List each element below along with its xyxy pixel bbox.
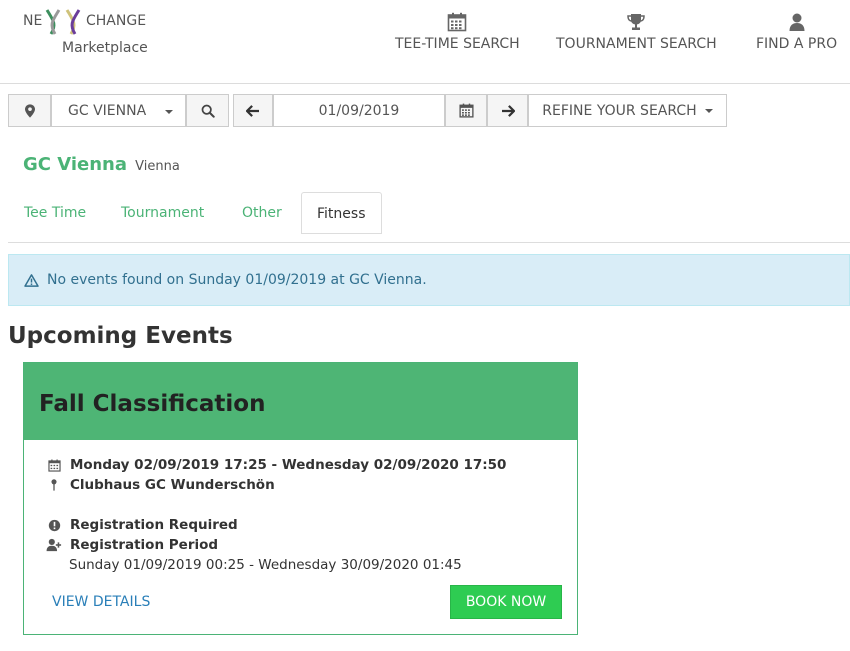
event-location: Clubhaus GC Wunderschön <box>70 477 275 493</box>
map-marker-icon <box>24 103 35 118</box>
registration-period-row: Registration Period <box>46 537 218 553</box>
date-value: 01/09/2019 <box>318 102 400 119</box>
warning-icon <box>24 273 39 287</box>
logo-text-suffix: CHANGE <box>86 13 147 29</box>
arrow-right-icon <box>501 104 515 117</box>
refine-search-label: REFINE YOUR SEARCH <box>542 102 697 119</box>
chevron-down-icon <box>165 110 173 114</box>
pin-icon <box>46 478 62 492</box>
date-input[interactable]: 01/09/2019 <box>273 94 445 127</box>
event-title: Fall Classification <box>39 391 266 417</box>
calendar-button[interactable] <box>445 94 487 127</box>
nav-label: TEE-TIME SEARCH <box>395 36 520 52</box>
no-events-alert: No events found on Sunday 01/09/2019 at … <box>8 254 850 306</box>
club-heading: GC Vienna Vienna <box>23 154 180 175</box>
view-details-link[interactable]: VIEW DETAILS <box>52 594 150 610</box>
tab-fitness[interactable]: Fitness <box>301 192 382 234</box>
upcoming-events-heading: Upcoming Events <box>8 323 233 349</box>
calendar-icon <box>458 103 474 118</box>
nav-label: FIND A PRO <box>756 36 838 52</box>
trophy-icon <box>627 14 646 30</box>
refine-search-dropdown[interactable]: REFINE YOUR SEARCH <box>528 94 727 127</box>
event-datetime-row: Monday 02/09/2019 17:25 - Wednesday 02/0… <box>46 457 506 473</box>
book-now-button[interactable]: BOOK NOW <box>450 585 562 619</box>
user-icon <box>789 13 805 31</box>
club-select[interactable]: GC VIENNA <box>51 94 186 127</box>
logo-text-prefix: NE <box>23 13 43 29</box>
club-select-value: GC VIENNA <box>68 102 147 119</box>
registration-period-label: Registration Period <box>70 537 219 553</box>
club-name: GC Vienna <box>23 154 128 175</box>
tab-tee-time[interactable]: Tee Time <box>9 192 101 234</box>
logo-mark-icon <box>45 9 81 35</box>
event-datetime: Monday 02/09/2019 17:25 - Wednesday 02/0… <box>70 457 507 473</box>
logo[interactable]: NE CHANGE Marketplace <box>23 8 163 60</box>
calendar-icon <box>46 459 62 472</box>
event-type-tabs: Tee Time Tournament Other Fitness <box>8 192 850 243</box>
nav-label: TOURNAMENT SEARCH <box>556 36 717 52</box>
tab-other[interactable]: Other <box>227 192 297 234</box>
next-day-button[interactable] <box>487 94 528 127</box>
search-button[interactable] <box>186 94 229 127</box>
nav-find-a-pro[interactable]: FIND A PRO <box>756 12 837 52</box>
event-card-header: Fall Classification <box>24 363 577 440</box>
club-city: Vienna <box>135 159 180 174</box>
registration-required: Registration Required <box>70 517 238 533</box>
previous-day-button[interactable] <box>233 94 273 127</box>
search-icon <box>201 104 215 118</box>
tab-tournament[interactable]: Tournament <box>106 192 219 234</box>
location-button[interactable] <box>8 94 51 127</box>
chevron-down-icon <box>704 108 713 113</box>
event-card: Fall Classification Monday 02/09/2019 17… <box>23 362 578 635</box>
alert-text: No events found on Sunday 01/09/2019 at … <box>47 272 427 288</box>
registration-period-dates: Sunday 01/09/2019 00:25 - Wednesday 30/0… <box>69 557 462 573</box>
nav-tee-time-search[interactable]: TEE-TIME SEARCH <box>395 12 520 52</box>
arrow-left-icon <box>246 104 259 117</box>
site-header: NE CHANGE Marketplace TEE-TIME SEARCH TO… <box>0 0 850 84</box>
registration-required-row: Registration Required <box>46 517 238 533</box>
user-plus-icon <box>46 538 62 552</box>
nav-tournament-search[interactable]: TOURNAMENT SEARCH <box>556 12 717 52</box>
logo-subtitle: Marketplace <box>62 40 148 56</box>
event-location-row: Clubhaus GC Wunderschön <box>46 477 275 493</box>
exclamation-circle-icon <box>46 519 62 532</box>
calendar-icon <box>448 12 467 32</box>
